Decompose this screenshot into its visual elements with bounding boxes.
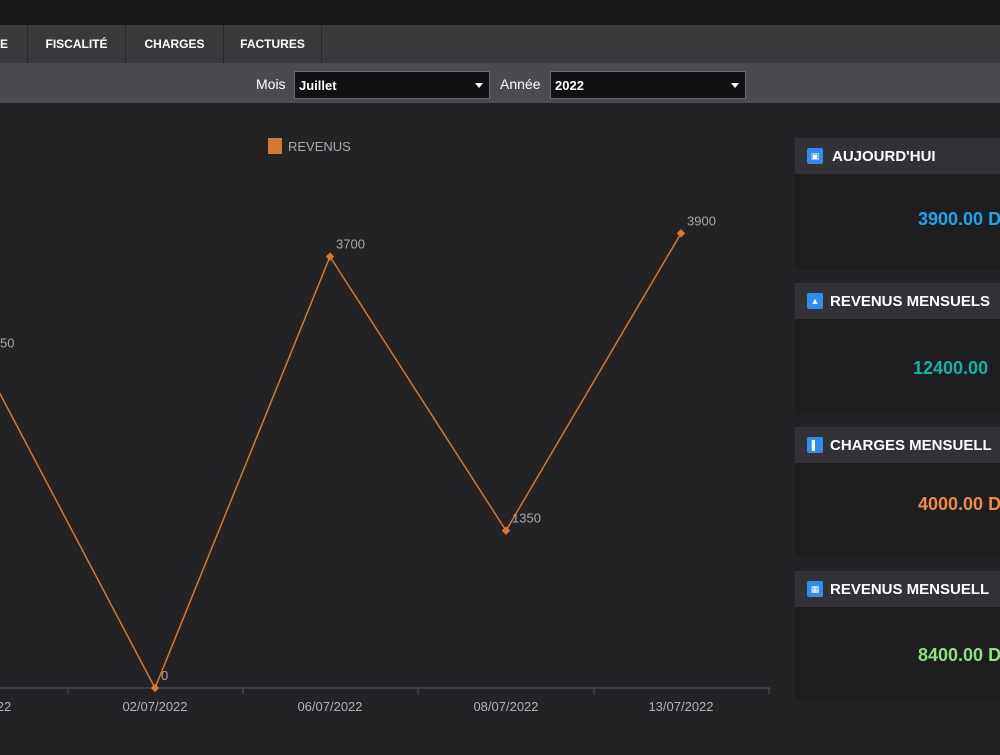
year-label: Année	[500, 76, 541, 92]
data-point[interactable]	[150, 683, 160, 693]
tab-factures[interactable]: FACTURES	[224, 25, 322, 63]
filter-bar: Mois Juillet Année 2022	[0, 63, 1000, 103]
wallet-icon: ▣	[807, 148, 823, 164]
tab-fiscalite[interactable]: FISCALITÉ	[28, 25, 126, 63]
legend-label[interactable]: REVENUS	[288, 139, 351, 154]
card-title: REVENUS MENSUELS	[830, 292, 991, 310]
card-header: ▌ CHARGES MENSUELL	[795, 427, 1000, 463]
data-label: 0	[161, 668, 168, 683]
card-value: 8400.00 D	[918, 645, 1000, 665]
x-tick-label: 22	[0, 699, 11, 714]
year-select[interactable]: 2022	[550, 71, 746, 99]
month-label: Mois	[256, 76, 286, 92]
bar-chart-icon: ▌	[807, 437, 823, 453]
revenue-chart-svg: REVENUS 22 02/07/2022 06/07/2022 08/07/2022…	[0, 138, 770, 714]
data-label: 3700	[336, 237, 365, 252]
data-point[interactable]	[676, 229, 686, 238]
x-tick-label: 13/07/2022	[648, 699, 713, 714]
data-point[interactable]	[325, 252, 335, 261]
tab-partial[interactable]: E	[0, 25, 28, 63]
card-value: 12400.00	[913, 358, 989, 378]
card-monthly-revenue-2: ▦ REVENUS MENSUELL 8400.00 D	[795, 571, 1000, 701]
card-value: 3900.00 D	[918, 209, 1000, 229]
chevron-down-icon	[475, 83, 483, 88]
card-header: ▦ REVENUS MENSUELL	[795, 571, 1000, 607]
calendar-icon: ▦	[807, 581, 823, 597]
card-title: REVENUS MENSUELL	[830, 580, 990, 598]
top-bar	[0, 0, 1000, 25]
revenue-series-line	[0, 232, 682, 690]
data-label: 50	[0, 336, 14, 351]
card-monthly-charges: ▌ CHARGES MENSUELL 4000.00 D	[795, 427, 1000, 557]
card-value: 4000.00 D	[918, 494, 1000, 514]
card-header: ▲ REVENUS MENSUELS	[795, 283, 1000, 319]
money-hand-icon: ▲	[807, 293, 823, 309]
x-tick-label: 02/07/2022	[122, 699, 187, 714]
revenue-chart: REVENUS 22 02/07/2022 06/07/2022 08/07/2022…	[0, 103, 790, 750]
card-header: ▣ AUJOURD'HUI	[795, 138, 1000, 174]
month-select[interactable]: Juillet	[294, 71, 490, 99]
chevron-down-icon	[731, 83, 739, 88]
legend-swatch[interactable]	[268, 138, 282, 154]
data-label: 1350	[512, 511, 541, 526]
card-title: CHARGES MENSUELL	[830, 436, 992, 454]
data-label: 3900	[687, 213, 716, 228]
x-tick-label: 06/07/2022	[297, 699, 362, 714]
card-title: AUJOURD'HUI	[832, 147, 936, 165]
nav-tabs: E FISCALITÉ CHARGES FACTURES	[0, 25, 1000, 63]
card-monthly-revenue: ▲ REVENUS MENSUELS 12400.00	[795, 283, 1000, 415]
data-point[interactable]	[501, 526, 511, 535]
year-select-value: 2022	[555, 78, 584, 93]
x-tick-label: 08/07/2022	[473, 699, 538, 714]
month-select-value: Juillet	[299, 78, 337, 93]
tab-charges[interactable]: CHARGES	[126, 25, 224, 63]
card-today: ▣ AUJOURD'HUI 3900.00 D	[795, 138, 1000, 270]
